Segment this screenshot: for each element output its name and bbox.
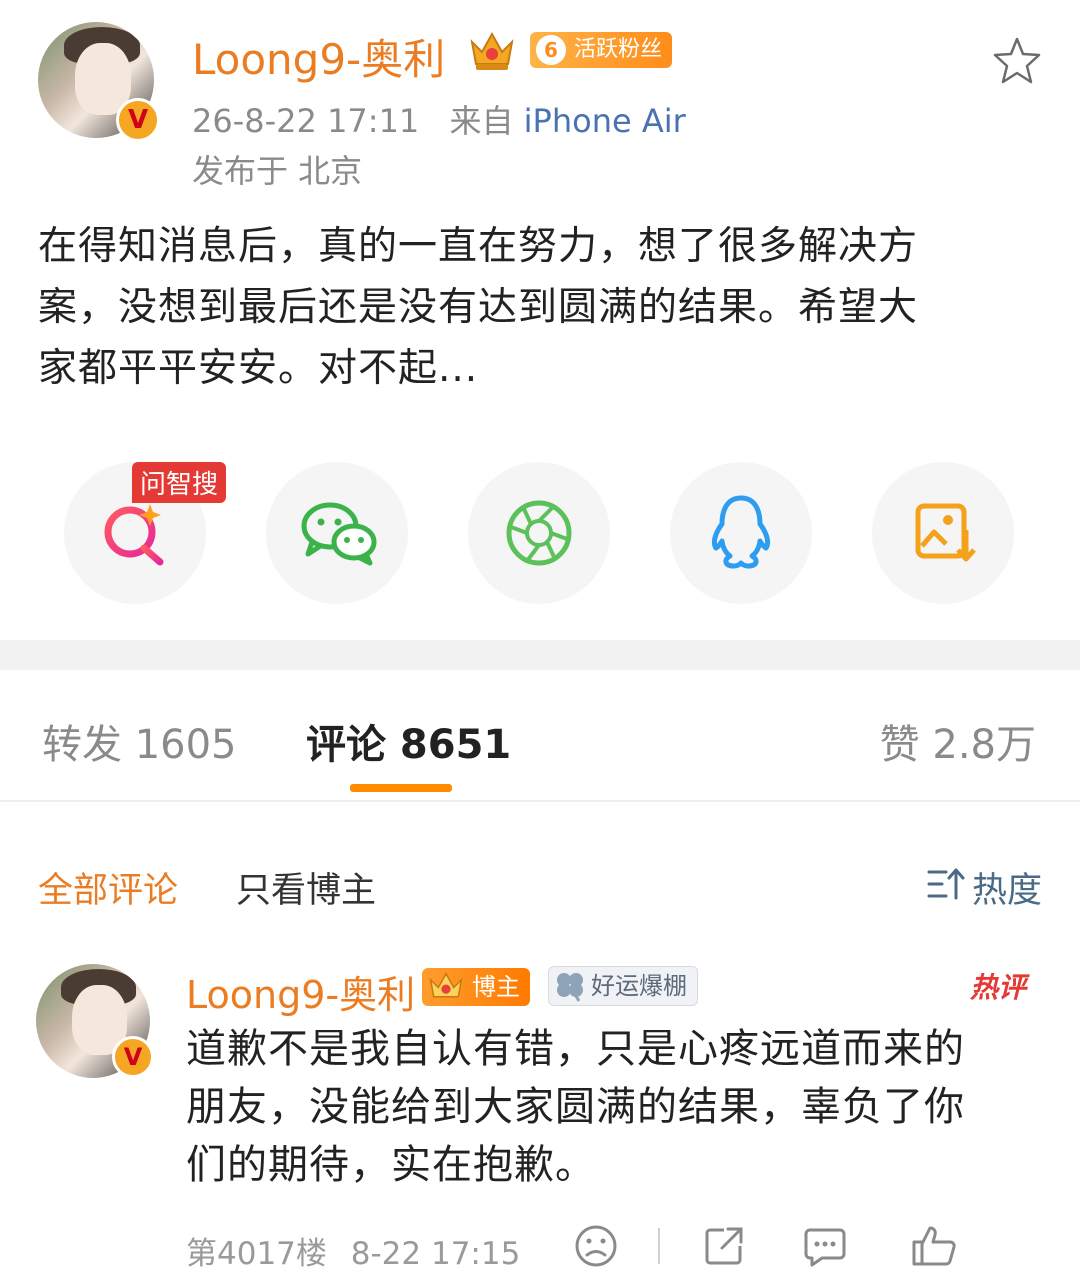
post-location: 发布于 北京 <box>192 152 363 190</box>
stats-tabs: 转发 1605 评论 8651 赞 2.8万 <box>0 700 1080 800</box>
comment-line: 们的期待，实在抱歉。 <box>186 1142 596 1188</box>
comment-time: 8-22 17:15 <box>350 1236 521 1272</box>
share-qq-button[interactable] <box>670 462 812 604</box>
action-divider <box>658 1228 660 1264</box>
star-outline-icon[interactable] <box>990 34 1044 88</box>
comment-bubble-icon[interactable] <box>802 1224 848 1268</box>
sort-control[interactable]: 热度 <box>927 862 1042 911</box>
filter-all-comments[interactable]: 全部评论 <box>38 862 178 913</box>
share-wechat-button[interactable] <box>266 462 408 604</box>
sort-icon <box>927 868 965 900</box>
post-timestamp: 26-8-22 17:11 <box>192 102 420 140</box>
sad-face-icon[interactable] <box>574 1224 618 1268</box>
section-divider <box>0 640 1080 670</box>
active-tab-indicator <box>350 784 452 792</box>
tab-repost[interactable]: 转发 1605 <box>42 712 237 770</box>
verified-badge: V <box>112 1036 154 1078</box>
commenter-name[interactable]: Loong9-奥利 <box>186 964 415 1019</box>
post-source-prefix: 来自 <box>449 102 514 140</box>
comment-line: 朋友，没能给到大家圆满的结果，辜负了你 <box>186 1084 965 1130</box>
hot-comment-label: 热评 <box>969 971 1026 1004</box>
magnifier-sparkle-icon <box>104 504 164 566</box>
clover-icon <box>557 973 583 1002</box>
tabs-bottom-rule <box>0 800 1080 802</box>
aperture-icon <box>506 500 572 566</box>
post-device-link[interactable]: iPhone Air <box>524 102 686 140</box>
crown-icon <box>429 972 463 998</box>
filter-author-only[interactable]: 只看博主 <box>236 862 376 913</box>
comment-body: 道歉不是我自认有错，只是心疼远道而来的 朋友，没能给到大家圆满的结果，辜负了你 … <box>186 1020 1056 1194</box>
penguin-icon <box>711 495 771 569</box>
fan-level-badge[interactable]: 6 活跃粉丝 <box>530 32 673 68</box>
tab-like[interactable]: 赞 2.8万 <box>880 712 1036 770</box>
author-name[interactable]: Loong9-奥利 <box>192 26 445 87</box>
host-badge-label: 博主 <box>472 973 520 1001</box>
comment-floor: 第4017楼 <box>186 1236 327 1272</box>
crown-icon <box>470 31 514 70</box>
fan-level-label: 活跃粉丝 <box>574 37 663 62</box>
search-ai-tag: 问智搜 <box>132 462 227 503</box>
post-line: 案，没想到最后还是没有达到圆满的结果。希望大 <box>38 285 919 330</box>
luck-badge-label: 好运爆棚 <box>591 972 687 1000</box>
host-badge: 博主 <box>422 968 530 1006</box>
like-icon[interactable] <box>910 1222 958 1268</box>
image-download-icon <box>915 503 976 562</box>
sort-label[interactable]: 热度 <box>972 871 1042 911</box>
comment-line: 道歉不是我自认有错，只是心疼远道而来的 <box>186 1026 965 1072</box>
share-out-icon[interactable] <box>702 1224 746 1268</box>
share-save-image-button[interactable] <box>872 462 1014 604</box>
luck-badge[interactable]: 好运爆棚 <box>548 966 698 1006</box>
tab-comment[interactable]: 评论 8651 <box>306 712 511 770</box>
post-line: 家都平平安安。对不起... <box>38 346 479 391</box>
share-moments-button[interactable] <box>468 462 610 604</box>
post-meta: 26-8-22 17:11 来自 iPhone Air <box>192 96 686 142</box>
verified-badge: V <box>116 98 160 142</box>
comment-meta: 第4017楼 8-22 17:15 <box>186 1228 520 1273</box>
wechat-icon <box>301 502 377 566</box>
post-line: 在得知消息后，真的一直在努力，想了很多解决方 <box>38 224 919 269</box>
fan-level-number: 6 <box>536 35 566 65</box>
post-body: 在得知消息后，真的一直在努力，想了很多解决方 案，没想到最后还是没有达到圆满的结… <box>38 216 1048 399</box>
